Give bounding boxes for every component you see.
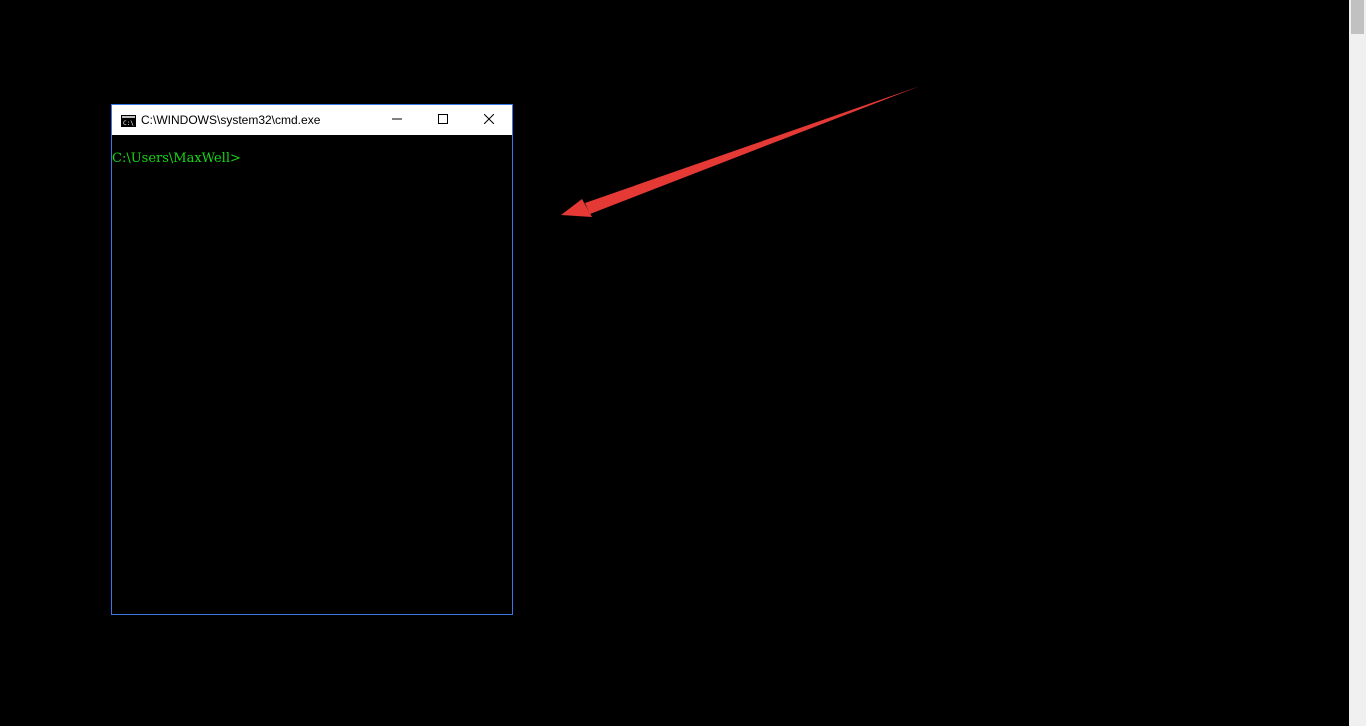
desktop-background: C:\ C:\WINDOWS\system32\cmd.exe C:\Users… xyxy=(0,0,1366,726)
vertical-scrollbar[interactable] xyxy=(1349,0,1366,726)
scrollbar-thumb[interactable] xyxy=(1351,0,1364,34)
annotation-arrow xyxy=(561,86,920,217)
